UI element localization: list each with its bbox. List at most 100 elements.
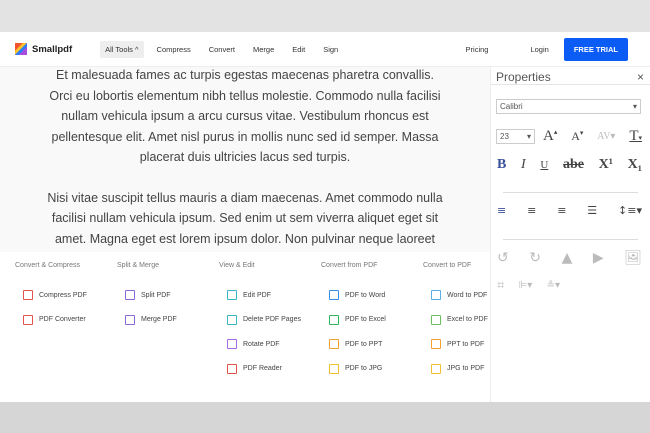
menu-column: Convert to PDF Word to PDF Excel to PDF PPT… bbox=[423, 262, 488, 381]
menu-item-label: PDF to Word bbox=[345, 291, 386, 299]
logo-icon bbox=[15, 43, 27, 55]
tool-icon bbox=[329, 314, 339, 325]
align-objects-icon[interactable]: ⊫▾ bbox=[519, 280, 533, 291]
font-value: Calibri bbox=[500, 102, 523, 111]
menu-item[interactable]: PDF to PPT bbox=[329, 332, 386, 357]
tool-icon bbox=[23, 290, 33, 301]
paragraph: Nisi vitae suscipit tellus mauris a diam… bbox=[47, 190, 443, 246]
menu-column-title: Convert from PDF bbox=[321, 262, 378, 269]
align-center-icon[interactable]: ≡ bbox=[527, 204, 536, 217]
menu-item[interactable]: Split PDF bbox=[125, 283, 177, 308]
menu-item[interactable]: PDF to JPG bbox=[329, 357, 386, 382]
nav-convert[interactable]: Convert bbox=[204, 41, 240, 58]
menu-item[interactable]: JPG to PDF bbox=[431, 357, 488, 382]
font-family-select[interactable]: Calibri ▾ bbox=[496, 99, 641, 114]
menu-column: Convert from PDF PDF to Word PDF to Excel P… bbox=[321, 262, 386, 381]
tool-icon bbox=[329, 339, 339, 350]
justify-icon[interactable]: ☰ bbox=[587, 204, 597, 217]
all-tools-menu: Convert & Compress Compress PDF PDF Conver… bbox=[0, 252, 490, 402]
superscript-icon[interactable]: X¹ bbox=[599, 157, 613, 173]
menu-column: Split & Merge Split PDF Merge PDF bbox=[117, 262, 177, 332]
menu-item[interactable]: Compress PDF bbox=[23, 283, 87, 308]
menu-item-label: Edit PDF bbox=[243, 291, 272, 299]
increase-font-icon[interactable]: A▴ bbox=[543, 128, 557, 145]
brand-name: Smallpdf bbox=[32, 43, 73, 55]
menu-item[interactable]: Excel to PDF bbox=[431, 308, 488, 333]
align-right-icon[interactable]: ≡ bbox=[557, 204, 566, 217]
menu-item-label: PDF to JPG bbox=[345, 365, 383, 373]
menu-item-label: PDF to PPT bbox=[345, 340, 383, 348]
divider bbox=[503, 239, 638, 240]
text-color-icon[interactable]: T▾ bbox=[629, 128, 642, 145]
nav-merge[interactable]: Merge bbox=[248, 41, 279, 58]
menu-item[interactable]: Delete PDF Pages bbox=[227, 308, 301, 333]
tool-icon bbox=[431, 339, 441, 350]
menu-item-label: Split PDF bbox=[141, 291, 171, 299]
panel-title: Properties bbox=[496, 69, 551, 84]
nav-edit[interactable]: Edit bbox=[287, 41, 310, 58]
menu-column-title: Convert to PDF bbox=[423, 262, 472, 269]
crop-icon[interactable]: ⌗ bbox=[497, 278, 504, 293]
tool-icon bbox=[329, 290, 339, 301]
menu-item-label: Excel to PDF bbox=[447, 316, 488, 324]
smallpdf-logo[interactable]: Smallpdf bbox=[15, 43, 72, 55]
tool-icon bbox=[23, 314, 33, 325]
all-tools-button[interactable]: All Tools ^ bbox=[100, 40, 144, 58]
menu-item[interactable]: Word to PDF bbox=[431, 283, 488, 308]
menu-column: Convert & Compress Compress PDF PDF Conver… bbox=[15, 262, 87, 332]
menu-item[interactable]: PDF Converter bbox=[23, 308, 87, 333]
decrease-font-icon[interactable]: A▾ bbox=[571, 129, 583, 144]
align-left-icon[interactable]: ≡ bbox=[497, 204, 506, 217]
menu-column-title: View & Edit bbox=[219, 262, 255, 269]
menu-item-label: Word to PDF bbox=[447, 291, 488, 299]
menu-item[interactable]: PDF to Word bbox=[329, 283, 386, 308]
tool-icon bbox=[227, 339, 237, 350]
menu-item-label: PDF Reader bbox=[243, 365, 282, 373]
tool-icon bbox=[227, 314, 237, 325]
nav-compress[interactable]: Compress bbox=[152, 41, 196, 58]
rotate-left-icon[interactable]: ↺ bbox=[497, 250, 509, 266]
menu-item-label: Rotate PDF bbox=[243, 340, 280, 348]
browser-chrome bbox=[0, 0, 650, 32]
char-spacing-icon[interactable]: AV▾ bbox=[597, 131, 615, 142]
tool-icon bbox=[431, 363, 441, 374]
rotate-right-icon[interactable]: ↻ bbox=[529, 250, 541, 266]
menu-item[interactable]: PDF to Excel bbox=[329, 308, 386, 333]
nav-pricing[interactable]: Pricing bbox=[461, 41, 494, 58]
distribute-icon[interactable]: ≗▾ bbox=[547, 280, 560, 291]
subscript-icon[interactable]: X₁ bbox=[628, 157, 642, 173]
italic-icon[interactable]: I bbox=[521, 157, 526, 173]
tool-icon bbox=[227, 363, 237, 374]
nav-login[interactable]: Login bbox=[525, 41, 553, 58]
page-bottom bbox=[0, 402, 650, 433]
menu-column: View & Edit Edit PDF Delete PDF Pages Rotat… bbox=[219, 262, 301, 381]
document-canvas[interactable]: Et malesuada fames ac turpis egestas mae… bbox=[0, 67, 490, 252]
menu-item[interactable]: PPT to PDF bbox=[431, 332, 488, 357]
menu-item-label: Delete PDF Pages bbox=[243, 316, 301, 324]
line-spacing-icon[interactable]: ↕≡▾ bbox=[618, 204, 642, 217]
menu-column-title: Convert & Compress bbox=[15, 262, 80, 269]
flip-vertical-icon[interactable]: ▲ bbox=[562, 250, 573, 266]
menu-item-label: Merge PDF bbox=[141, 316, 177, 324]
underline-icon[interactable]: U bbox=[540, 159, 548, 171]
tool-icon bbox=[227, 290, 237, 301]
menu-item[interactable]: Edit PDF bbox=[227, 283, 301, 308]
menu-item-label: PPT to PDF bbox=[447, 340, 485, 348]
top-nav: Smallpdf All Tools ^ Compress Convert Me… bbox=[0, 32, 650, 67]
menu-item-label: PDF Converter bbox=[39, 316, 86, 324]
flip-horizontal-icon[interactable]: ▶ bbox=[593, 250, 604, 266]
close-icon[interactable]: × bbox=[637, 70, 644, 84]
menu-item[interactable]: PDF Reader bbox=[227, 357, 301, 382]
font-size-select[interactable]: 23 ▾ bbox=[496, 129, 535, 144]
nav-sign[interactable]: Sign bbox=[318, 41, 343, 58]
menu-item-label: PDF to Excel bbox=[345, 316, 386, 324]
free-trial-button[interactable]: FREE TRIAL bbox=[563, 37, 628, 61]
image-icon[interactable]: 🖼 bbox=[624, 250, 642, 266]
menu-item[interactable]: Merge PDF bbox=[125, 308, 177, 333]
menu-item[interactable]: Rotate PDF bbox=[227, 332, 301, 357]
menu-item-label: Compress PDF bbox=[39, 291, 87, 299]
strikethrough-icon[interactable]: abe bbox=[563, 157, 584, 173]
caret-down-icon: ▾ bbox=[632, 102, 637, 111]
tool-icon bbox=[431, 314, 441, 325]
bold-icon[interactable]: B bbox=[497, 157, 506, 173]
